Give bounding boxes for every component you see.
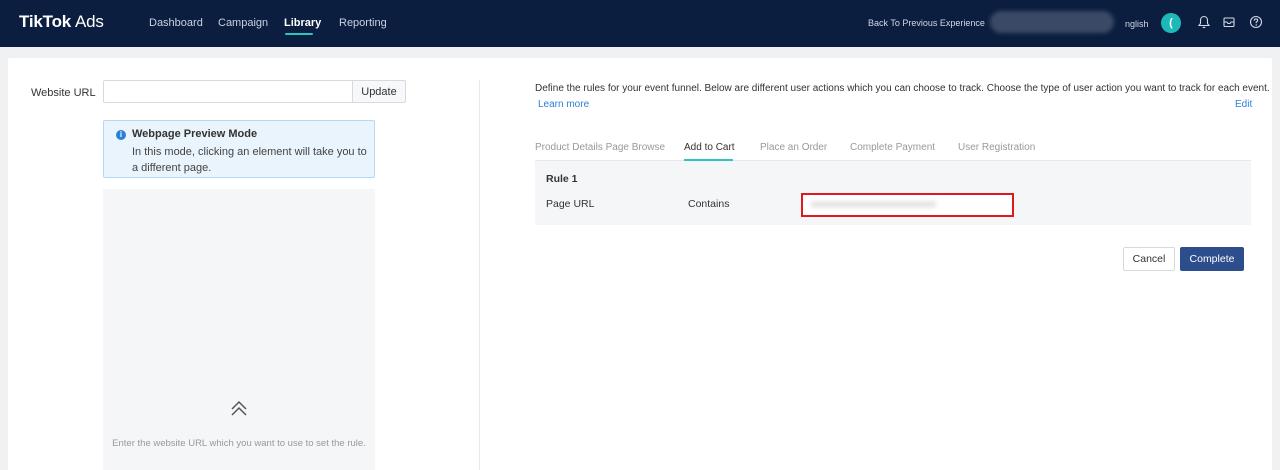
rule-field: Page URL bbox=[546, 198, 595, 210]
language-selector[interactable]: nglish bbox=[1125, 19, 1149, 29]
website-url-input[interactable] bbox=[103, 80, 352, 103]
account-selector[interactable] bbox=[990, 11, 1114, 33]
tab-complete-payment[interactable]: Complete Payment bbox=[850, 142, 935, 153]
nav-campaign[interactable]: Campaign bbox=[218, 17, 268, 29]
rule-box: Rule 1 Page URL Contains xxxxxxxxxxxxxxx… bbox=[535, 161, 1251, 225]
webpage-preview-area[interactable]: Enter the website URL which you want to … bbox=[103, 189, 375, 470]
nav-active-indicator bbox=[285, 33, 313, 35]
logo-sub: Ads bbox=[75, 12, 104, 31]
bell-icon[interactable] bbox=[1197, 15, 1211, 29]
tab-place-an-order[interactable]: Place an Order bbox=[760, 142, 827, 153]
website-url-label: Website URL bbox=[31, 87, 96, 99]
tab-user-registration[interactable]: User Registration bbox=[958, 142, 1035, 153]
info-icon: i bbox=[116, 130, 126, 140]
rule-value-text: xxxxxxxxxxxxxxxxxxxxxxxxx bbox=[811, 199, 936, 210]
nav-dashboard[interactable]: Dashboard bbox=[149, 17, 203, 29]
complete-button[interactable]: Complete bbox=[1180, 247, 1244, 271]
rule-value-field[interactable]: xxxxxxxxxxxxxxxxxxxxxxxxx bbox=[801, 193, 1014, 217]
rule-operator: Contains bbox=[688, 198, 730, 210]
tiktok-ads-logo[interactable]: TikTok Ads bbox=[19, 12, 104, 32]
tab-product-details-page-browse[interactable]: Product Details Page Browse bbox=[535, 142, 665, 153]
learn-more-link[interactable]: Learn more bbox=[538, 99, 589, 110]
double-chevron-up-icon bbox=[231, 400, 247, 416]
tab-add-to-cart[interactable]: Add to Cart bbox=[684, 142, 735, 153]
avatar[interactable]: ( bbox=[1161, 13, 1181, 33]
top-navigation-bar: TikTok Ads Dashboard Campaign Library Rep… bbox=[0, 0, 1280, 47]
logo-main: TikTok bbox=[19, 12, 72, 31]
help-icon[interactable] bbox=[1249, 15, 1263, 29]
preview-mode-info-box: i Webpage Preview Mode In this mode, cli… bbox=[103, 120, 375, 178]
edit-link[interactable]: Edit bbox=[1235, 99, 1252, 110]
cancel-button[interactable]: Cancel bbox=[1123, 247, 1175, 271]
mail-icon[interactable] bbox=[1222, 15, 1236, 29]
vertical-divider bbox=[479, 80, 480, 470]
rules-description: Define the rules for your event funnel. … bbox=[535, 83, 1270, 94]
nav-library[interactable]: Library bbox=[284, 17, 321, 29]
preview-hint-text: Enter the website URL which you want to … bbox=[112, 438, 366, 449]
update-button[interactable]: Update bbox=[352, 80, 406, 103]
nav-reporting[interactable]: Reporting bbox=[339, 17, 387, 29]
info-text: In this mode, clicking an element will t… bbox=[132, 146, 367, 174]
info-title: Webpage Preview Mode bbox=[132, 128, 258, 140]
back-to-previous-experience-link[interactable]: Back To Previous Experience bbox=[868, 18, 985, 28]
rule-title: Rule 1 bbox=[546, 173, 578, 185]
